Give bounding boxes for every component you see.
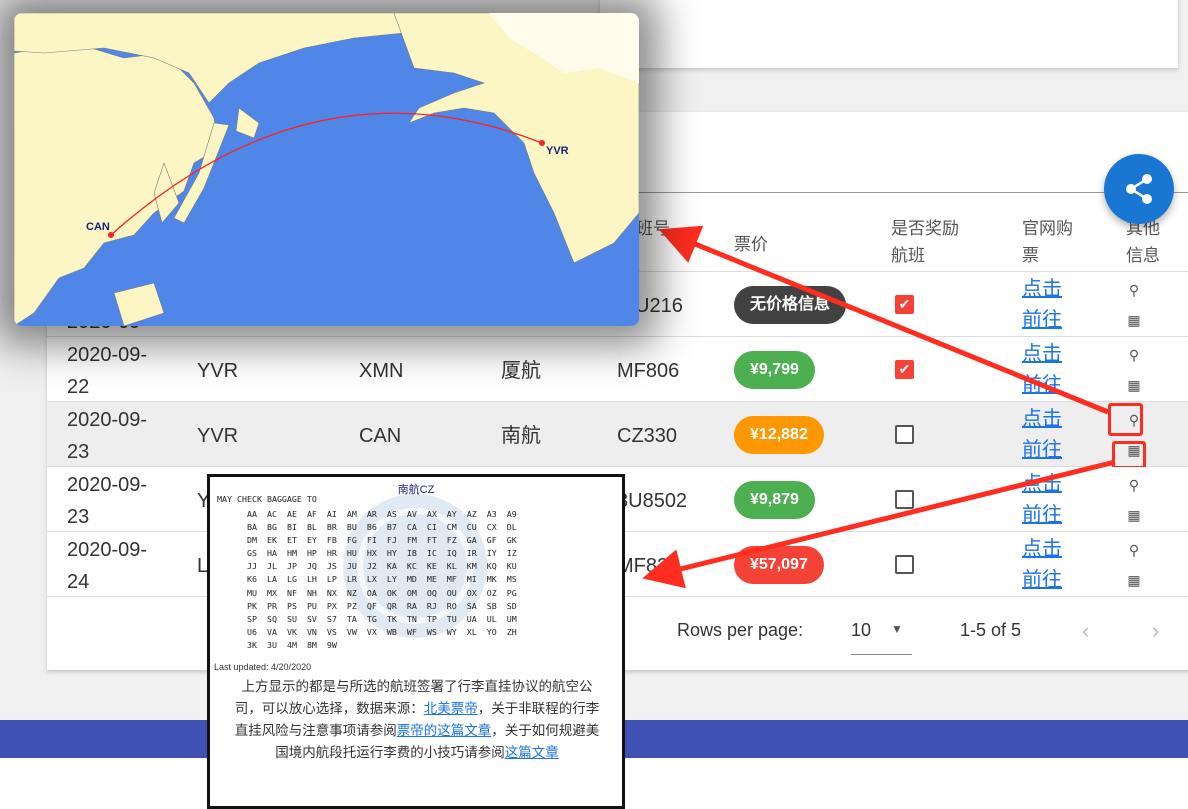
arrow-to-map (658, 225, 1109, 415)
source-link[interactable]: 北美票帝 (424, 701, 478, 716)
article-link[interactable]: 票帝的这篇文章 (397, 723, 492, 738)
note-text: ，关于非联程 (477, 701, 559, 716)
tips-article-link[interactable]: 这篇文章 (505, 745, 559, 760)
last-updated: Last updated: 4/20/2020 (214, 662, 312, 672)
baggage-interline-popup: 南航CZ MAY CHECK BAGGAGE TO AA AC AE AF AI… (207, 474, 625, 809)
map-dest-label: YVR (546, 145, 569, 157)
arrow-to-baggage (642, 459, 1116, 589)
baggage-note: 上方显示的都是与所选的航班签署了行李直挂协议的航空公司，可以放心选择，数据来源：… (230, 676, 604, 764)
airline-code-grid: AA AC AE AF AI AM AR AS AV AX AY AZ A3 A… (247, 509, 517, 650)
route-map-popup: CAN YVR (14, 13, 639, 326)
baggage-header: MAY CHECK BAGGAGE TO (217, 494, 317, 504)
route-map: CAN YVR (14, 13, 639, 326)
map-origin-label: CAN (86, 221, 110, 233)
